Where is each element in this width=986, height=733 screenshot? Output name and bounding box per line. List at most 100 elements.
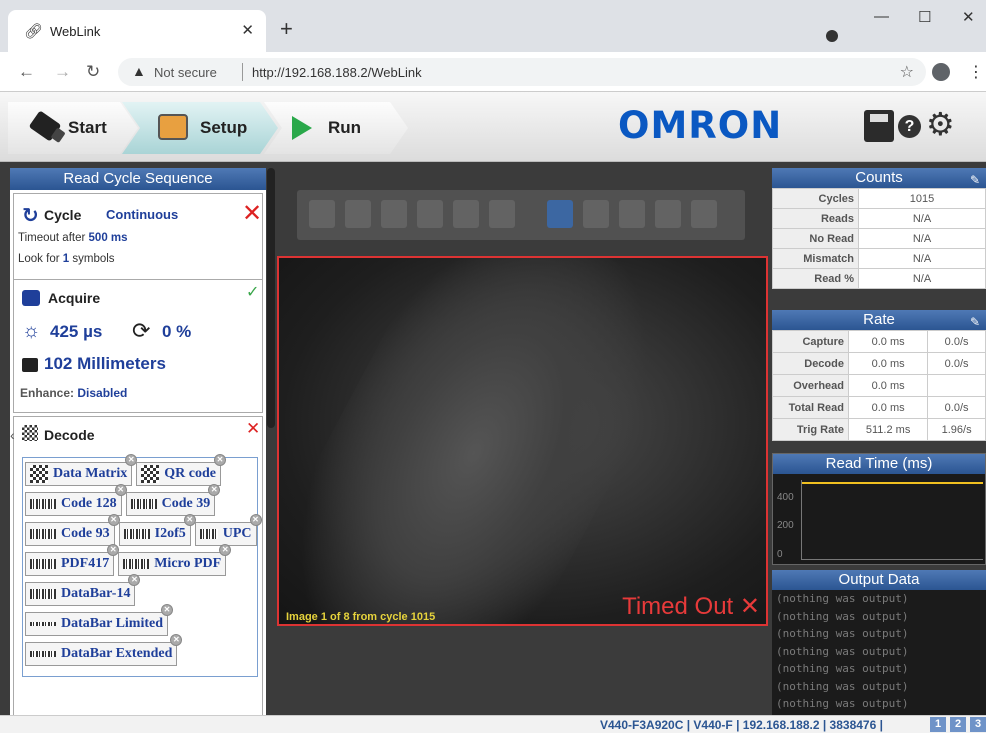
acquire-card[interactable]: Acquire ✓ ☼ 425 µs ⟳ 0 % 102 Millimeters… xyxy=(13,279,263,413)
symbology-databar-extended[interactable]: DataBar Extended ✕ xyxy=(25,634,183,666)
help-icon[interactable]: ? xyxy=(898,115,921,138)
start-button[interactable]: Start xyxy=(8,102,138,154)
image-viewer[interactable]: Image 1 of 8 from cycle 1015 Timed Out ✕ xyxy=(277,256,768,626)
exposure-icon: ☼ xyxy=(22,320,41,342)
status-bar: V440-F3A920C | V440-F | 192.168.188.2 | … xyxy=(0,715,986,733)
symbology-databar-limited[interactable]: DataBar Limited ✕ xyxy=(25,604,174,636)
rate-label: Capture xyxy=(772,330,849,353)
panel-scrollbar[interactable] xyxy=(267,168,275,428)
page-button-2[interactable]: 2 xyxy=(950,717,966,732)
symbology-pdf417[interactable]: PDF417 ✕ xyxy=(25,544,120,576)
maximize-button[interactable]: ☐ xyxy=(918,8,931,26)
fit-to-screen-icon[interactable] xyxy=(547,200,573,228)
symbology-micro-pdf[interactable]: Micro PDF ✕ xyxy=(118,544,232,576)
symbol-count[interactable]: 1 xyxy=(63,253,69,265)
brightness-icon[interactable] xyxy=(381,200,407,228)
remove-symbology-icon[interactable]: ✕ xyxy=(170,634,183,646)
tab-title: WebLink xyxy=(50,24,101,39)
rate-per-sec: 0.0/s xyxy=(927,352,986,375)
count-value: N/A xyxy=(858,228,986,249)
remove-cycle-icon[interactable]: ✕ xyxy=(242,199,262,228)
camera-settings-icon[interactable] xyxy=(417,200,443,228)
remove-symbology-icon[interactable]: ✕ xyxy=(219,544,232,556)
graph-icon[interactable] xyxy=(489,200,515,228)
barcode-1d-icon xyxy=(123,529,150,539)
remove-symbology-icon[interactable]: ✕ xyxy=(249,514,262,526)
cycle-label: Cycle xyxy=(44,207,82,223)
back-arrow-icon[interactable]: ← xyxy=(18,62,35,82)
exposure-value[interactable]: 425 µs xyxy=(50,322,102,342)
symbology-code-39[interactable]: Code 39 ✕ xyxy=(125,484,221,516)
gain-value[interactable]: 0 % xyxy=(162,322,191,342)
rate-label: Total Read xyxy=(772,396,849,419)
count-value: N/A xyxy=(858,248,986,269)
symbology-data-matrix[interactable]: Data Matrix ✕ xyxy=(25,454,138,486)
remove-symbology-icon[interactable]: ✕ xyxy=(128,574,141,586)
minimize-button[interactable]: — xyxy=(874,8,889,25)
remove-decode-icon[interactable]: ✕ xyxy=(246,419,260,439)
rate-label: Overhead xyxy=(772,374,849,397)
zoom-out-icon[interactable] xyxy=(619,200,645,228)
page-button-3[interactable]: 3 xyxy=(970,717,986,732)
y-tick-label: 0 xyxy=(777,549,783,560)
gain-icon: ⟳ xyxy=(132,318,151,343)
rate-time: 511.2 ms xyxy=(847,418,929,441)
train-icon[interactable] xyxy=(453,200,479,228)
rate-panel: Rate ✎ Capture 0.0 ms 0.0/s Decode 0.0 ms 0.0… xyxy=(772,310,986,441)
output-line: (nothing was output) xyxy=(776,644,909,658)
run-button[interactable]: Run xyxy=(264,102,408,154)
save-to-camera-icon[interactable] xyxy=(864,110,894,142)
output-line: (nothing was output) xyxy=(776,609,909,623)
url-field[interactable]: ▲ Not secure http://192.168.188.2/WebLin… xyxy=(118,58,926,86)
symbology-label: Code 39 xyxy=(161,496,211,511)
chevron-left-icon[interactable]: ‹ xyxy=(10,427,15,443)
page-button-1[interactable]: 1 xyxy=(930,717,946,732)
counts-table: Cycles 1015 Reads N/A No Read N/A Mismatch N… xyxy=(772,188,986,289)
zoom-in-icon[interactable] xyxy=(583,200,609,228)
symbology-i2of5[interactable]: I2of5 ✕ xyxy=(118,514,196,546)
rate-per-sec: 0.0/s xyxy=(927,396,986,419)
account-icon[interactable] xyxy=(932,63,950,81)
remove-symbology-icon[interactable]: ✕ xyxy=(213,454,226,466)
reload-icon[interactable]: ↻ xyxy=(86,62,100,82)
read-status: Timed Out ✕ xyxy=(622,592,760,621)
reset-counts-icon[interactable]: ✎ xyxy=(970,170,980,190)
qr-code-icon xyxy=(141,465,160,483)
image-roi-icon[interactable] xyxy=(345,200,371,228)
profile-icon[interactable] xyxy=(826,30,838,42)
new-tab-button[interactable]: + xyxy=(280,18,293,40)
read-time-graph: Read Time (ms) 400 200 0 xyxy=(772,453,986,565)
grid-icon[interactable] xyxy=(655,200,681,228)
symbology-label: Data Matrix xyxy=(53,466,128,481)
remove-symbology-icon[interactable]: ✕ xyxy=(161,604,174,616)
enhance-value[interactable]: Disabled xyxy=(77,386,127,400)
count-label: No Read xyxy=(772,228,859,249)
symbology-upc[interactable]: UPC ✕ xyxy=(194,514,262,546)
symbology-code-128[interactable]: Code 128 ✕ xyxy=(25,484,127,516)
close-tab-icon[interactable]: ✕ xyxy=(241,21,254,39)
save-image-icon[interactable] xyxy=(691,200,717,228)
decode-card[interactable]: ‹ Decode ✕ Data Matrix ✕ QR code ✕ Code 12… xyxy=(10,416,263,715)
gear-icon[interactable]: ⚙ xyxy=(926,108,955,140)
start-label: Start xyxy=(68,118,107,137)
output-title: Output Data xyxy=(772,570,986,590)
forward-arrow-icon[interactable]: → xyxy=(54,62,71,82)
image-filter-icon[interactable] xyxy=(309,200,335,228)
symbology-code-93[interactable]: Code 93 ✕ xyxy=(25,514,120,546)
symbology-qr-code[interactable]: QR code ✕ xyxy=(136,454,226,486)
remove-symbology-icon[interactable]: ✕ xyxy=(208,484,221,496)
close-window-button[interactable]: ✕ xyxy=(962,8,975,26)
image-toolbar xyxy=(297,190,745,240)
reset-rate-icon[interactable]: ✎ xyxy=(970,312,980,332)
timeout-value[interactable]: 500 ms xyxy=(89,232,128,244)
play-icon xyxy=(292,116,312,140)
browser-menu-icon[interactable]: ⋮ xyxy=(968,62,984,82)
setup-button[interactable]: Setup xyxy=(122,102,278,154)
rate-label: Trig Rate xyxy=(772,418,849,441)
focus-distance[interactable]: 102 Millimeters xyxy=(44,354,166,374)
counts-panel: Counts ✎ Cycles 1015 Reads N/A No Read N/A M… xyxy=(772,168,986,289)
browser-tab[interactable]: 🔗︎ WebLink ✕ xyxy=(8,10,266,52)
cycle-mode[interactable]: Continuous xyxy=(106,207,178,222)
symbology-databar-14[interactable]: DataBar-14 ✕ xyxy=(25,574,141,606)
bookmark-star-icon[interactable]: ☆ xyxy=(900,62,914,82)
